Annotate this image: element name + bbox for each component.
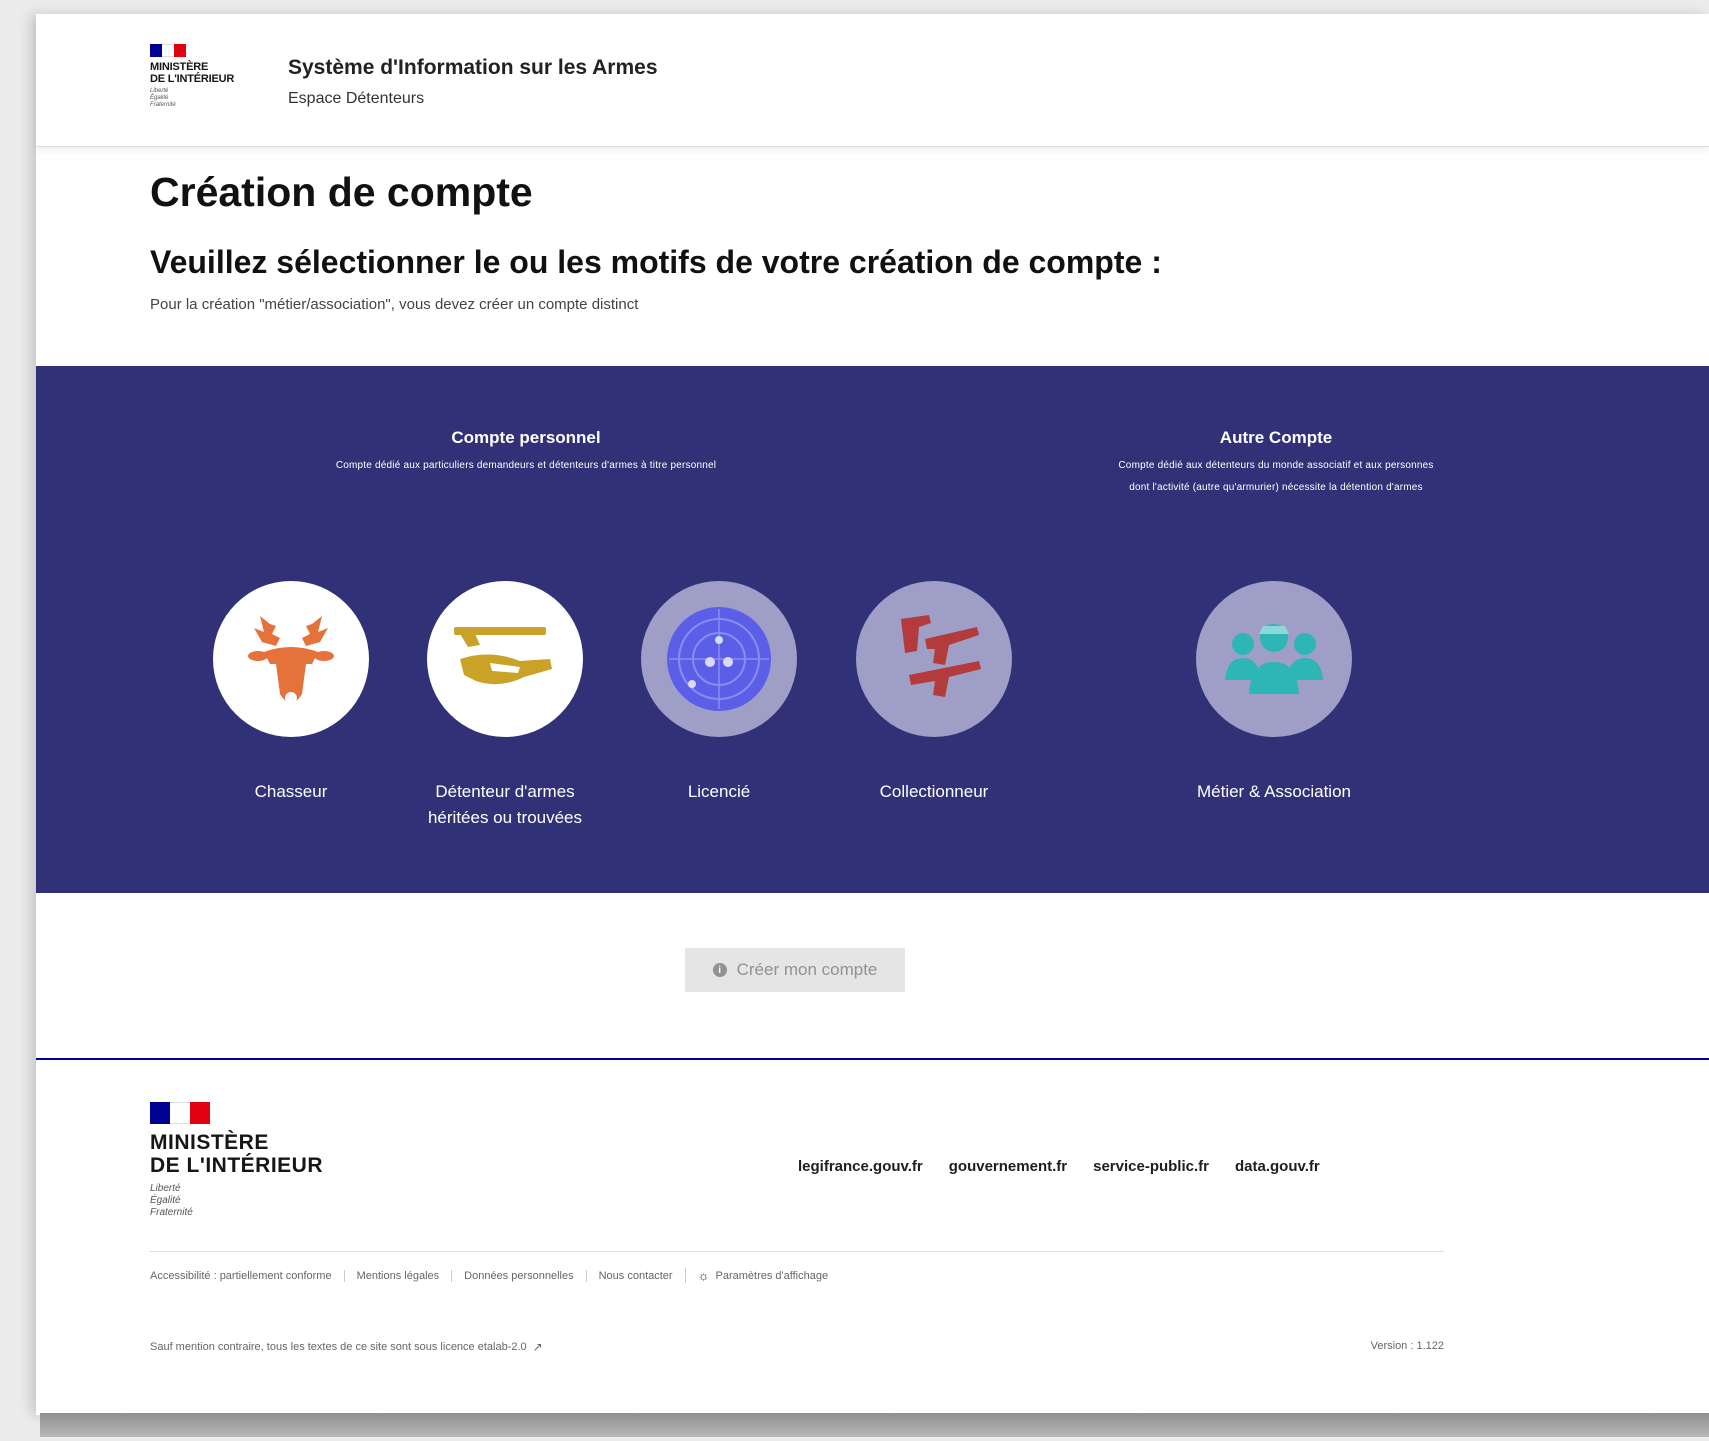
external-link-icon[interactable]: ↗	[533, 1340, 543, 1354]
rifle-hand-icon	[454, 627, 552, 685]
site-header: MINISTÈRE DE L'INTÉRIEUR Liberté Égalité…	[36, 14, 1709, 147]
service-subtitle: Espace Détenteurs	[288, 90, 425, 107]
tile-circle	[856, 581, 1012, 737]
tile-circle	[641, 581, 797, 737]
tile-circle	[427, 581, 583, 737]
version-text: Version : 1.122	[1370, 1340, 1444, 1352]
other-account-title: Autre Compte	[1219, 428, 1333, 447]
link-data-gouv[interactable]: data.gouv.fr	[1235, 1158, 1320, 1175]
personal-account-description: Compte dédié aux particuliers demandeurs…	[335, 460, 717, 471]
tile-label: Licencié	[687, 782, 751, 801]
create-account-label: Créer mon compte	[736, 960, 878, 979]
french-flag-icon	[150, 1102, 210, 1124]
tile-metier-association[interactable]: Métier & Association	[1164, 581, 1384, 805]
french-flag-icon	[150, 44, 186, 57]
people-group-icon	[1225, 624, 1323, 694]
deer-icon	[248, 604, 334, 704]
link-service-public[interactable]: service-public.fr	[1093, 1158, 1209, 1175]
footer-ministry-name: MINISTÈRE DE L'INTÉRIEUR	[150, 1131, 324, 1177]
footer-divider	[150, 1251, 1444, 1252]
tile-collectionneur[interactable]: Collectionneur	[824, 581, 1044, 805]
footer-ministry-motto: Liberté Égalité Fraternité	[150, 1183, 193, 1218]
tile-detenteur-armes-heritees[interactable]: Détenteur d'armes héritées ou trouvées	[395, 581, 615, 831]
page-title: Création de compte	[150, 169, 533, 215]
license-text: Sauf mention contraire, tous les textes …	[150, 1340, 543, 1354]
link-legal-notice[interactable]: Mentions légales	[343, 1269, 452, 1282]
other-account-description: Compte dédié aux détenteurs du monde ass…	[1118, 460, 1434, 493]
tile-circle	[213, 581, 369, 737]
guns-icon	[901, 615, 981, 697]
selection-heading: Veuillez sélectionner le ou les motifs d…	[150, 244, 1162, 280]
link-legifrance[interactable]: legifrance.gouv.fr	[798, 1158, 923, 1175]
ministry-name: MINISTÈRE DE L'INTÉRIEUR	[150, 61, 235, 85]
link-personal-data[interactable]: Données personnelles	[451, 1269, 585, 1282]
tile-chasseur[interactable]: Chasseur	[181, 581, 401, 805]
personal-account-title: Compte personnel	[451, 428, 601, 447]
selection-hint: Pour la création "métier/association", v…	[150, 296, 639, 313]
page: MINISTÈRE DE L'INTÉRIEUR Liberté Égalité…	[36, 14, 1709, 1415]
tile-label: Collectionneur	[879, 782, 989, 801]
display-settings-button[interactable]: ☼ Paramètres d'affichage	[684, 1268, 828, 1283]
tile-label: Détenteur d'armes héritées ou trouvées	[427, 782, 583, 827]
tile-label: Chasseur	[254, 782, 328, 801]
info-icon: i	[712, 963, 727, 977]
create-account-button[interactable]: i Créer mon compte	[685, 948, 905, 992]
tile-label: Métier & Association	[1196, 782, 1351, 801]
link-contact[interactable]: Nous contacter	[585, 1269, 685, 1282]
footer-bottom-links: Accessibilité : partiellement conforme M…	[150, 1268, 828, 1283]
window-bottom-edge	[40, 1413, 1709, 1437]
service-title[interactable]: Système d'Information sur les Armes	[288, 56, 658, 80]
sun-icon: ☼	[697, 1268, 710, 1283]
footer-ministry-logo[interactable]: MINISTÈRE DE L'INTÉRIEUR Liberté Égalité…	[150, 1102, 323, 1219]
link-accessibility[interactable]: Accessibilité : partiellement conforme	[150, 1270, 344, 1282]
ministry-motto: Liberté Égalité Fraternité	[150, 88, 176, 108]
tile-licencie[interactable]: Licencié	[609, 581, 829, 805]
footer-external-links: legifrance.gouv.fr gouvernement.fr servi…	[798, 1158, 1320, 1175]
link-gouvernement[interactable]: gouvernement.fr	[949, 1158, 1067, 1175]
footer-top-border	[36, 1058, 1709, 1060]
ministry-logo[interactable]: MINISTÈRE DE L'INTÉRIEUR Liberté Égalité…	[150, 44, 260, 109]
target-icon	[667, 607, 771, 711]
tile-circle	[1196, 581, 1352, 737]
account-type-section: Compte personnel Compte dédié aux partic…	[36, 366, 1709, 893]
